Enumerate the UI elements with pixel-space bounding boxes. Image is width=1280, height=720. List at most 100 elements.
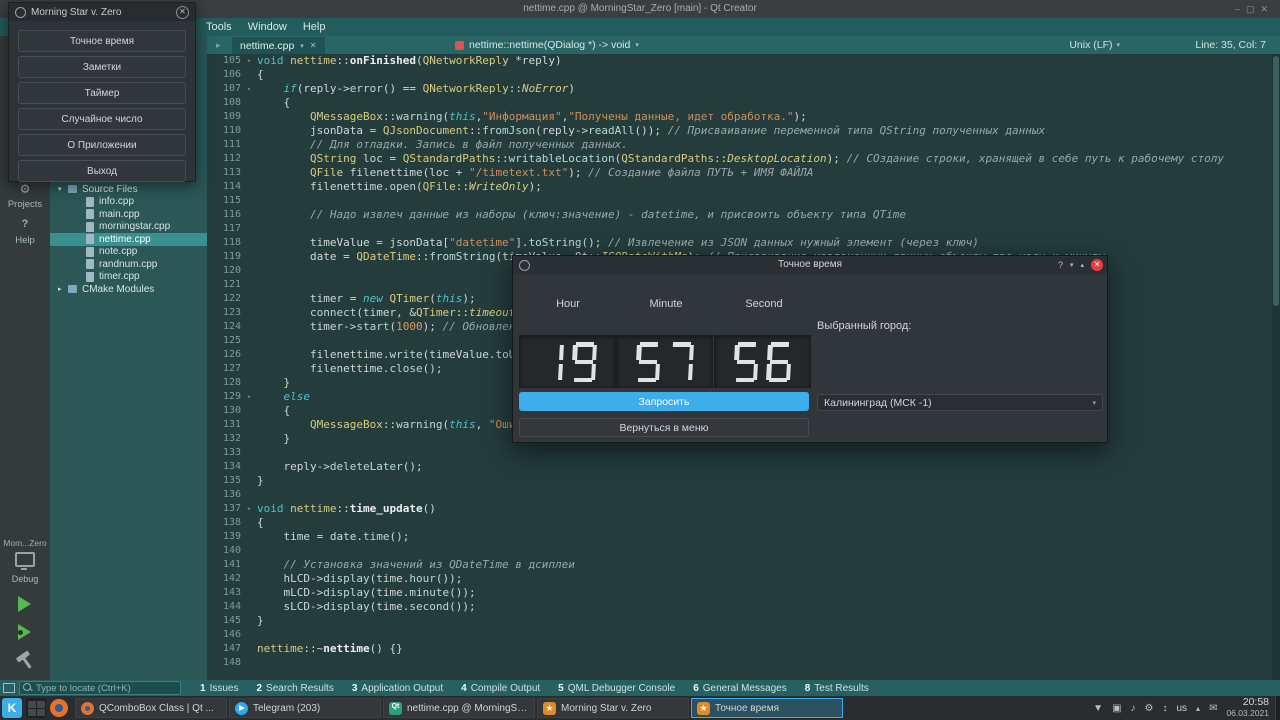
fold-marker-icon[interactable] <box>241 642 257 656</box>
back-to-menu-button[interactable]: Вернуться в меню <box>519 418 809 437</box>
menu-item-help[interactable]: Help <box>295 18 334 36</box>
symbol-selector[interactable]: nettime::nettime(QDialog *) -> void ▾ <box>455 36 639 54</box>
output-pane-1[interactable]: 1 Issues <box>191 680 247 696</box>
tree-item[interactable]: nettime.cpp <box>50 233 207 246</box>
fold-marker-icon[interactable] <box>241 558 257 572</box>
close-icon[interactable]: ✕ <box>1260 4 1274 14</box>
city-combobox[interactable]: Калининград (МСК -1) ▾ <box>817 394 1103 411</box>
chevron-down-icon[interactable]: ▾ <box>300 42 304 50</box>
build-button[interactable] <box>15 650 31 663</box>
line-number[interactable]: 112 <box>207 152 241 166</box>
firefox-icon[interactable] <box>50 699 68 717</box>
locator-input[interactable] <box>19 681 181 695</box>
line-number[interactable]: 133 <box>207 446 241 460</box>
mode-help[interactable]: Help <box>0 235 50 246</box>
fold-marker-icon[interactable] <box>241 166 257 180</box>
help-icon[interactable]: ? <box>1058 260 1063 270</box>
line-number[interactable]: 142 <box>207 572 241 586</box>
build-config-label[interactable]: Debug <box>0 574 50 584</box>
output-pane-6[interactable]: 6 General Messages <box>684 680 796 696</box>
line-number[interactable]: 106 <box>207 68 241 82</box>
app-menu-button[interactable]: Точное время <box>18 30 186 52</box>
kit-selector-icon[interactable] <box>15 552 35 570</box>
fold-marker-icon[interactable] <box>241 222 257 236</box>
line-number[interactable]: 136 <box>207 488 241 502</box>
clock-widget[interactable]: 20:58 06.03.2021 <box>1226 697 1269 719</box>
fold-marker-icon[interactable] <box>241 152 257 166</box>
fold-marker-icon[interactable] <box>241 208 257 222</box>
fold-marker-icon[interactable] <box>241 530 257 544</box>
line-number[interactable]: 119 <box>207 250 241 264</box>
line-number[interactable]: 125 <box>207 334 241 348</box>
fold-marker-icon[interactable] <box>241 194 257 208</box>
fold-marker-icon[interactable] <box>241 432 257 446</box>
output-pane-4[interactable]: 4 Compile Output <box>452 680 549 696</box>
app-menu-button[interactable]: Выход <box>18 160 186 182</box>
encoding-selector[interactable]: Unix (LF) ▾ <box>1069 36 1120 54</box>
pager-icon[interactable] <box>26 698 46 718</box>
request-button[interactable]: Запросить <box>519 392 809 411</box>
fold-marker-icon[interactable]: ▾ <box>241 502 257 516</box>
tab-close-icon[interactable]: ✕ <box>310 41 317 50</box>
debug-run-button[interactable] <box>18 624 31 640</box>
fold-marker-icon[interactable] <box>241 446 257 460</box>
tree-item[interactable]: main.cpp <box>50 208 207 221</box>
fold-marker-icon[interactable] <box>241 586 257 600</box>
line-number[interactable]: 146 <box>207 628 241 642</box>
keyboard-layout[interactable]: us <box>1176 703 1187 714</box>
tree-item[interactable]: note.cpp <box>50 246 207 259</box>
settings-icon[interactable]: ⚙ <box>1145 703 1154 714</box>
line-number[interactable]: 110 <box>207 124 241 138</box>
tab-nettime-cpp[interactable]: nettime.cpp ▾ ✕ <box>232 37 325 54</box>
tree-item[interactable]: info.cpp <box>50 196 207 209</box>
minimize-icon[interactable]: ▾ <box>1070 261 1074 269</box>
fold-marker-icon[interactable] <box>241 292 257 306</box>
line-number[interactable]: 147 <box>207 642 241 656</box>
fold-marker-icon[interactable] <box>241 572 257 586</box>
tree-item[interactable]: morningstar.cpp <box>50 221 207 234</box>
fold-marker-icon[interactable] <box>241 96 257 110</box>
fold-marker-icon[interactable] <box>241 628 257 642</box>
fold-marker-icon[interactable] <box>241 110 257 124</box>
line-number[interactable]: 139 <box>207 530 241 544</box>
line-number[interactable]: 135 <box>207 474 241 488</box>
minimize-icon[interactable]: – <box>1235 4 1246 14</box>
fold-marker-icon[interactable] <box>241 306 257 320</box>
editor-scrollbar[interactable] <box>1272 54 1280 680</box>
line-number[interactable]: 114 <box>207 180 241 194</box>
fold-marker-icon[interactable] <box>241 544 257 558</box>
line-number[interactable]: 105 <box>207 54 241 68</box>
menu-item-tools[interactable]: Tools <box>198 18 240 36</box>
line-number[interactable]: 108 <box>207 96 241 110</box>
app-menu-button[interactable]: Заметки <box>18 56 186 78</box>
fold-marker-icon[interactable] <box>241 180 257 194</box>
line-number[interactable]: 131 <box>207 418 241 432</box>
line-number[interactable]: 140 <box>207 544 241 558</box>
show-desktop-strip[interactable] <box>1275 696 1280 720</box>
fold-marker-icon[interactable] <box>241 68 257 82</box>
fold-marker-icon[interactable] <box>241 348 257 362</box>
output-pane-8[interactable]: 8 Test Results <box>796 680 878 696</box>
line-number[interactable]: 128 <box>207 376 241 390</box>
line-number[interactable]: 130 <box>207 404 241 418</box>
fold-marker-icon[interactable]: ▾ <box>241 82 257 96</box>
mail-icon[interactable]: ✉ <box>1209 703 1217 714</box>
fold-marker-icon[interactable]: ▾ <box>241 54 257 68</box>
line-number[interactable]: 137 <box>207 502 241 516</box>
line-number[interactable]: 121 <box>207 278 241 292</box>
kde-launcher-icon[interactable]: K <box>2 698 22 718</box>
fold-marker-icon[interactable] <box>241 334 257 348</box>
line-number[interactable]: 118 <box>207 236 241 250</box>
fold-marker-icon[interactable] <box>241 124 257 138</box>
line-number[interactable]: 111 <box>207 138 241 152</box>
close-icon[interactable]: ✕ <box>1091 259 1103 271</box>
task-button[interactable]: nettime.cpp @ MorningStar_... <box>383 698 535 718</box>
line-number[interactable]: 143 <box>207 586 241 600</box>
line-number[interactable]: 134 <box>207 460 241 474</box>
output-pane-3[interactable]: 3 Application Output <box>343 680 452 696</box>
volume-icon[interactable]: ♪ <box>1131 703 1136 714</box>
line-number[interactable]: 122 <box>207 292 241 306</box>
tray-expander-icon[interactable]: ▴ <box>1196 704 1200 713</box>
fold-marker-icon[interactable] <box>241 376 257 390</box>
task-button[interactable]: QComboBox Class | Qt ... <box>75 698 227 718</box>
